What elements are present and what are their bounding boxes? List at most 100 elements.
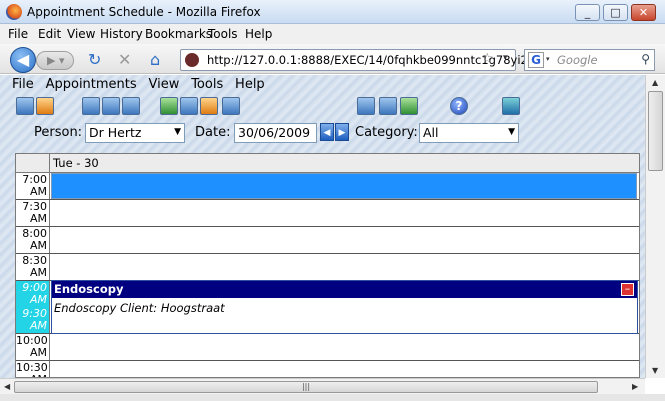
search-box[interactable]: G ▾ Google ⚲ <box>524 49 655 71</box>
category-icon[interactable] <box>200 97 218 115</box>
edit-appointment-icon[interactable] <box>36 97 54 115</box>
scroll-left-icon[interactable]: ◀ <box>4 382 10 391</box>
time-slot-selected[interactable] <box>51 173 637 199</box>
time-slot[interactable] <box>51 254 637 280</box>
bookmark-star-icon[interactable]: ☆ <box>481 51 494 67</box>
time-row: 8:30 AM <box>16 254 639 281</box>
person-value: Dr Hertz <box>89 125 142 140</box>
time-slot[interactable] <box>51 200 637 226</box>
time-row: 7:00 AM <box>16 173 639 200</box>
time-row: 7:30 AM <box>16 200 639 227</box>
month-view-icon[interactable] <box>122 97 140 115</box>
search-icon[interactable]: ⚲ <box>641 52 650 66</box>
menu-help[interactable]: Help <box>245 27 272 41</box>
horizontal-scrollbar[interactable]: ◀ ||| ▶ <box>0 378 645 394</box>
time-label: 10:30AM <box>16 361 50 377</box>
scroll-up-icon[interactable]: ▲ <box>652 78 658 87</box>
search-placeholder: Google <box>557 53 598 67</box>
report-icon[interactable] <box>379 97 397 115</box>
grid-corner <box>16 154 50 173</box>
menu-tools[interactable]: Tools <box>208 27 238 41</box>
vertical-scroll-thumb[interactable] <box>648 91 663 171</box>
url-bar[interactable]: http://127.0.0.1:8888/EXEC/14/0fqhkbe099… <box>180 49 546 71</box>
url-text: http://127.0.0.1:8888/EXEC/14/0fqhkbe099… <box>207 53 546 67</box>
site-favicon-icon <box>185 53 199 67</box>
category-value: All <box>423 125 439 140</box>
scroll-down-icon[interactable]: ▼ <box>652 366 658 375</box>
date-label: Date: <box>195 125 231 140</box>
app-menu-tools[interactable]: Tools <box>191 77 223 92</box>
time-slot[interactable] <box>51 334 637 360</box>
time-row: 8:00 AM <box>16 227 639 254</box>
person-label: Person: <box>34 125 83 140</box>
day-label: Tue - 30 <box>53 156 99 170</box>
time-label: 7:30 AM <box>16 200 50 226</box>
horizontal-scroll-thumb[interactable]: ||| <box>14 381 598 393</box>
title-bar: Appointment Schedule - Mozilla Firefox _… <box>0 0 665 24</box>
close-button[interactable]: ✕ <box>631 4 656 21</box>
date-value: 30/06/2009 <box>238 125 311 140</box>
category-select[interactable]: All ▼ <box>419 123 519 143</box>
maximize-button[interactable]: □ <box>603 4 628 21</box>
schedule-grid: Tue - 30 7:00 AM 7:30 AM 8:00 AM 8:30 AM 9:0… <box>15 153 640 378</box>
chevron-down-icon: ▼ <box>174 127 181 137</box>
menu-file[interactable]: File <box>8 27 28 41</box>
stop-icon[interactable]: ✕ <box>118 52 131 68</box>
home-icon[interactable]: ⌂ <box>150 52 160 68</box>
time-label: 9:30 AM <box>16 307 50 333</box>
list-view-icon[interactable] <box>180 97 198 115</box>
refresh-icon[interactable] <box>160 97 178 115</box>
app-menubar: File Appointments View Tools Help <box>12 77 273 92</box>
google-icon[interactable]: G <box>528 52 544 68</box>
minimize-button[interactable]: _ <box>575 4 600 21</box>
app-menu-file[interactable]: File <box>12 77 34 92</box>
time-slot[interactable] <box>51 227 637 253</box>
export-icon[interactable] <box>400 97 418 115</box>
appointment-block[interactable]: Endoscopy – Endoscopy Client: Hoogstraat <box>51 280 638 334</box>
app-menu-help[interactable]: Help <box>235 77 265 92</box>
day-header: Tue - 30 <box>16 154 639 173</box>
delete-appointment-button[interactable]: – <box>621 283 634 296</box>
next-day-button[interactable]: ▶ <box>335 123 349 141</box>
appointment-description: Endoscopy Client: Hoogstraat <box>54 301 225 315</box>
url-dropdown-icon[interactable]: ▾ <box>503 53 508 63</box>
chevron-down-icon: ▼ <box>508 127 515 137</box>
app-area: File Appointments View Tools Help ? Pers… <box>0 75 645 378</box>
window-title: Appointment Schedule - Mozilla Firefox <box>27 5 261 19</box>
menu-bookmarks[interactable]: Bookmarks <box>145 27 212 41</box>
time-row: 10:00 AM <box>16 334 639 361</box>
forward-button[interactable]: ▶ ▾ <box>36 51 74 70</box>
time-row: 10:30AM <box>16 361 639 377</box>
time-slot[interactable] <box>51 361 637 377</box>
time-label: 10:00 AM <box>16 334 50 360</box>
week-view-icon[interactable] <box>102 97 120 115</box>
navigation-toolbar: ◀ ▶ ▾ ↻ ✕ ⌂ http://127.0.0.1:8888/EXEC/1… <box>0 44 665 74</box>
calendar-icon[interactable] <box>222 97 240 115</box>
status-bar <box>0 394 665 401</box>
menu-history[interactable]: History <box>100 27 143 41</box>
app-menu-view[interactable]: View <box>149 77 180 92</box>
appointment-title: Endoscopy <box>52 281 637 298</box>
category-label: Category: <box>355 125 418 140</box>
exit-icon[interactable] <box>502 97 520 115</box>
browser-menubar: File Edit View History Bookmarks Tools H… <box>0 24 665 44</box>
menu-edit[interactable]: Edit <box>38 27 61 41</box>
engine-dropdown-icon[interactable]: ▾ <box>546 55 550 63</box>
day-view-icon[interactable] <box>82 97 100 115</box>
time-label: 7:00 AM <box>16 173 50 199</box>
app-menu-appointments[interactable]: Appointments <box>46 77 137 92</box>
previous-day-button[interactable]: ◀ <box>320 123 334 141</box>
scroll-right-icon[interactable]: ▶ <box>632 382 638 391</box>
date-field[interactable]: 30/06/2009 <box>234 123 317 143</box>
menu-view[interactable]: View <box>67 27 95 41</box>
vertical-scrollbar[interactable]: ▲ ▼ <box>645 75 665 378</box>
person-select[interactable]: Dr Hertz ▼ <box>85 123 185 143</box>
time-label: 9:00 AM <box>16 281 50 307</box>
new-appointment-icon[interactable] <box>16 97 34 115</box>
help-icon[interactable]: ? <box>450 97 468 115</box>
back-button[interactable]: ◀ <box>10 47 36 73</box>
reload-icon[interactable]: ↻ <box>88 52 101 68</box>
time-label: 8:30 AM <box>16 254 50 280</box>
print-icon[interactable] <box>357 97 375 115</box>
time-label: 8:00 AM <box>16 227 50 253</box>
